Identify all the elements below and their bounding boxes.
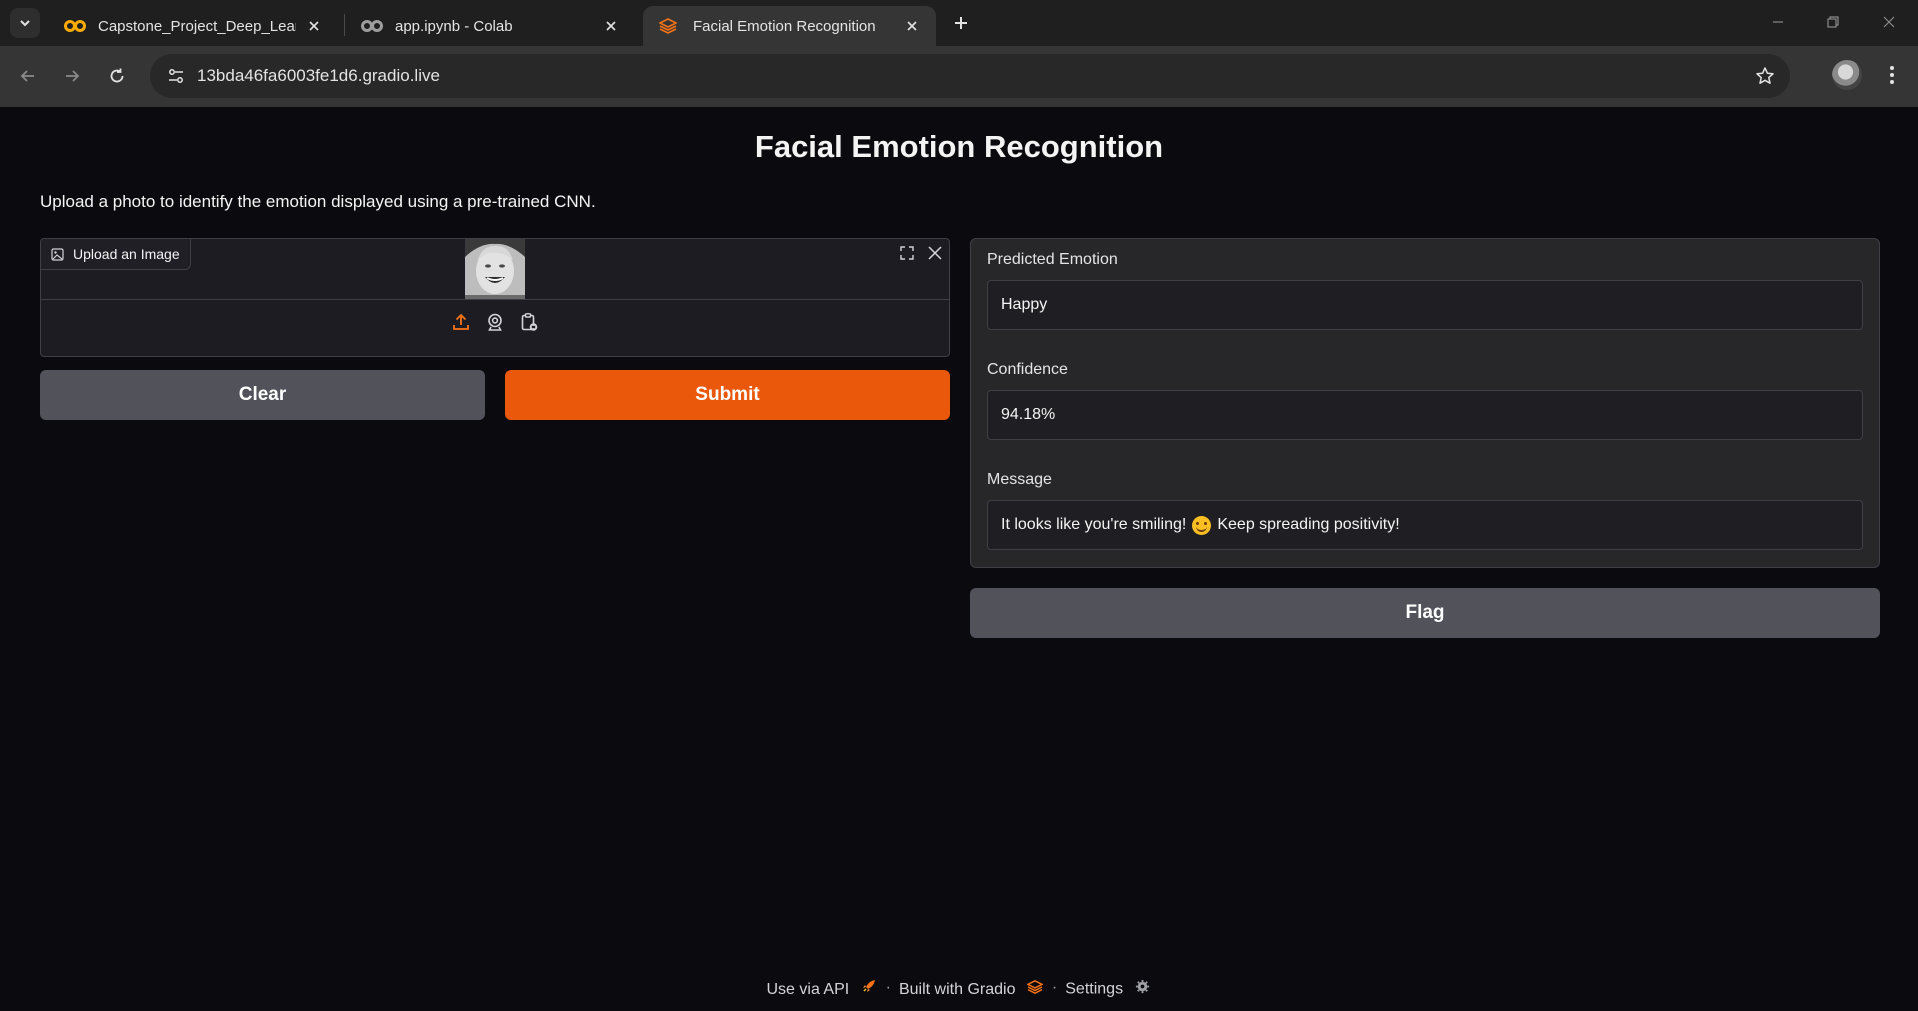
gradio-icon [659, 18, 681, 34]
tab-capstone[interactable]: Capstone_Project_Deep_Learnin [48, 6, 338, 46]
confidence-value: 94.18% [1001, 406, 1056, 423]
tab-search-button[interactable] [10, 8, 40, 38]
gear-icon [1134, 977, 1152, 995]
settings-text: Settings [1065, 980, 1124, 998]
upload-source-button[interactable] [449, 310, 473, 334]
image-input[interactable]: Upload an Image [40, 238, 950, 357]
address-bar[interactable]: 13bda46fa6003fe1d6.gradio.live [150, 54, 1790, 98]
gradio-logo-icon [1026, 978, 1044, 996]
plus-icon [955, 17, 967, 29]
minimize-button[interactable] [1756, 4, 1800, 40]
minimize-icon [1773, 21, 1783, 23]
gradio-app: Facial Emotion Recognition Upload a phot… [0, 107, 1918, 1011]
image-input-label-text: Upload an Image [73, 246, 180, 262]
clipboard-icon [521, 313, 538, 331]
image-input-label: Upload an Image [41, 239, 191, 270]
predicted-emotion-value: Happy [1001, 296, 1048, 313]
image-toolbar [895, 241, 947, 265]
tab-facial-emotion[interactable]: Facial Emotion Recognition [643, 6, 936, 46]
close-icon [1883, 16, 1895, 28]
chevron-down-icon [20, 20, 30, 27]
built-with-gradio-link[interactable]: Built with Gradio [899, 978, 1044, 999]
arrow-left-icon [20, 70, 34, 82]
clipboard-source-button[interactable] [517, 310, 541, 334]
clear-image-button[interactable] [923, 241, 947, 265]
message-label: Message [987, 471, 1052, 488]
footer-separator: · [1051, 979, 1058, 996]
close-icon[interactable] [601, 16, 621, 36]
footer-separator: · [885, 979, 891, 996]
confidence-field[interactable]: 94.18% [987, 390, 1863, 440]
site-info-button[interactable] [160, 60, 192, 92]
close-icon[interactable] [304, 16, 324, 36]
browser-toolbar: 13bda46fa6003fe1d6.gradio.live [0, 46, 1918, 107]
tab-title: app.ipynb - Colab [395, 17, 513, 35]
colab-icon [64, 18, 86, 34]
forward-button[interactable] [54, 58, 90, 94]
back-button[interactable] [10, 58, 46, 94]
tab-title: Capstone_Project_Deep_Learnin [98, 17, 296, 35]
bookmark-button[interactable] [1752, 63, 1778, 89]
predicted-emotion-label: Predicted Emotion [987, 251, 1118, 268]
close-icon [928, 246, 942, 260]
confidence-label: Confidence [987, 361, 1068, 378]
page-description: Upload a photo to identify the emotion d… [40, 192, 596, 211]
new-tab-button[interactable] [946, 8, 976, 38]
flag-button[interactable]: Flag [970, 588, 1880, 638]
tune-icon [169, 69, 183, 83]
tab-title: Facial Emotion Recognition [693, 17, 876, 35]
use-via-api-text: Use via API [766, 981, 850, 998]
settings-link[interactable]: Settings [1065, 977, 1151, 999]
fullscreen-icon [900, 246, 914, 260]
smiling-face-emoji-icon [1192, 515, 1212, 535]
close-icon[interactable] [902, 16, 922, 36]
image-source-selector [41, 310, 949, 334]
restore-button[interactable] [1811, 4, 1855, 40]
submit-button[interactable]: Submit [505, 370, 950, 420]
message-text-start: It looks like you're smiling! [1001, 516, 1187, 533]
profile-avatar[interactable] [1832, 60, 1862, 90]
message-field[interactable]: It looks like you're smiling! Keep sprea… [987, 500, 1863, 550]
use-via-api-link[interactable]: Use via API [766, 977, 877, 999]
clear-button[interactable]: Clear [40, 370, 485, 420]
built-with-gradio-text: Built with Gradio [898, 980, 1016, 998]
browser-tabstrip: Capstone_Project_Deep_Learnin app.ipynb … [0, 0, 1918, 46]
page-title: Facial Emotion Recognition [754, 129, 1164, 164]
star-icon [1756, 67, 1774, 84]
fullscreen-button[interactable] [895, 241, 919, 265]
uploaded-face-image [465, 239, 525, 299]
window-close-button[interactable] [1867, 4, 1911, 40]
upload-icon [453, 313, 469, 330]
more-vertical-icon [1890, 66, 1894, 84]
footer: Use via API · Built with Gradio · Settin… [0, 977, 1918, 999]
image-divider [41, 299, 949, 300]
reload-icon [110, 68, 124, 83]
colab-icon [361, 18, 383, 34]
url-text: 13bda46fa6003fe1d6.gradio.live [197, 66, 440, 85]
image-icon [51, 247, 64, 261]
tab-app-ipynb[interactable]: app.ipynb - Colab [345, 6, 635, 46]
webcam-icon [488, 313, 502, 331]
message-text-end: Keep spreading positivity! [1217, 516, 1400, 533]
browser-menu-button[interactable] [1877, 60, 1907, 90]
reload-button[interactable] [99, 58, 135, 94]
arrow-right-icon [66, 70, 80, 82]
output-panel: Predicted Emotion Happy Confidence 94.18… [970, 238, 1880, 568]
rocket-icon [860, 977, 878, 995]
restore-icon [1827, 16, 1839, 28]
webcam-source-button[interactable] [483, 310, 507, 334]
predicted-emotion-field[interactable]: Happy [987, 280, 1863, 330]
